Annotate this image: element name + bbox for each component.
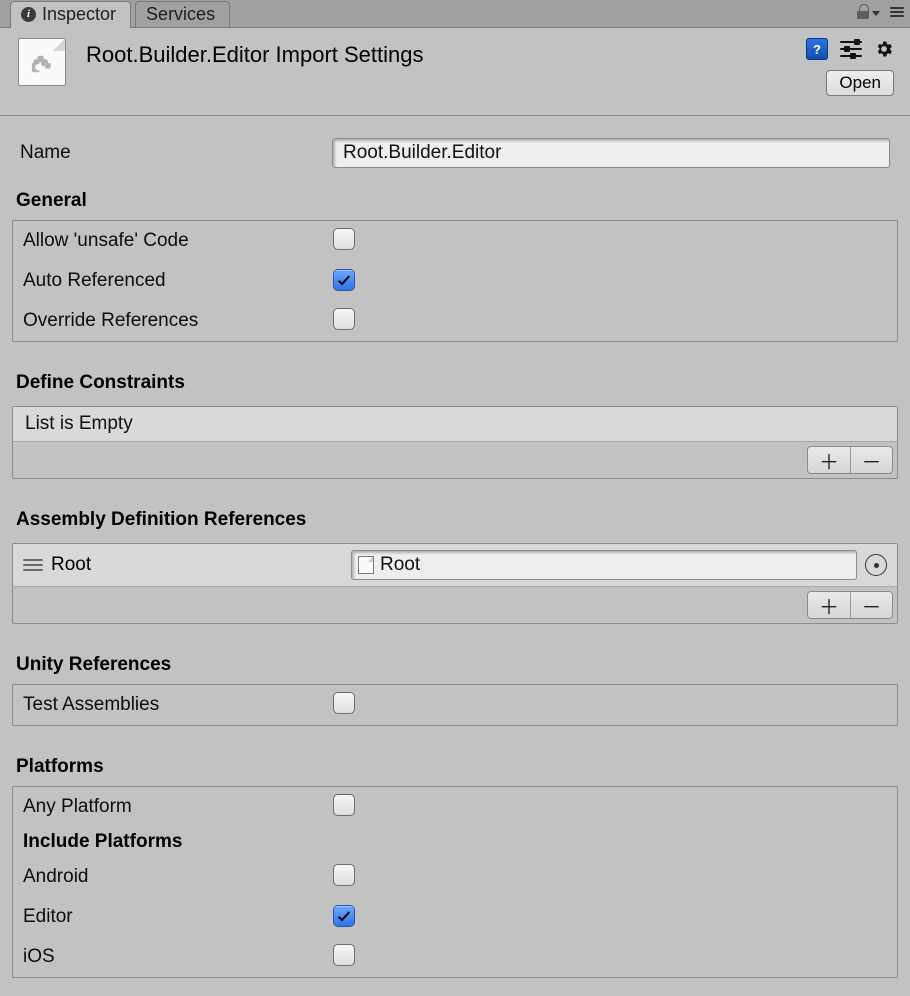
any-platform-label: Any Platform [23, 796, 333, 818]
prop-platform-ios: iOS [13, 937, 897, 977]
section-unity-refs: Test Assemblies [12, 684, 898, 726]
platform-ios-label: iOS [23, 946, 333, 968]
puzzle-piece-icon [29, 53, 55, 75]
context-menu-icon[interactable] [890, 7, 904, 17]
test-assemblies-checkbox[interactable] [333, 692, 355, 714]
section-define-constraints-title: Define Constraints [12, 356, 898, 402]
prop-platform-android: Android [13, 857, 897, 897]
define-constraints-footer: ＋ － [13, 442, 897, 478]
assembly-refs-add-button[interactable]: ＋ [808, 592, 850, 618]
tabbar-tools [856, 4, 904, 20]
info-icon [21, 7, 36, 22]
tab-services[interactable]: Services [135, 1, 230, 27]
lock-icon[interactable] [856, 4, 870, 20]
tab-dropdown-icon[interactable] [872, 11, 880, 16]
prop-auto-referenced: Auto Referenced [13, 261, 897, 301]
tab-inspector[interactable]: Inspector [10, 1, 131, 27]
section-general-title: General [12, 174, 898, 220]
assembly-ref-value: Root [380, 554, 420, 576]
assembly-ref-row: Root Root [13, 544, 897, 587]
assembly-ref-object-field[interactable]: Root [351, 550, 857, 580]
prop-name: Name [12, 120, 898, 174]
platform-editor-label: Editor [23, 906, 333, 928]
tab-services-label: Services [146, 4, 215, 25]
allow-unsafe-checkbox[interactable] [333, 228, 355, 250]
section-assembly-refs-title: Assembly Definition References [12, 493, 898, 539]
any-platform-checkbox[interactable] [333, 794, 355, 816]
name-field[interactable] [332, 138, 890, 168]
prop-test-assemblies: Test Assemblies [13, 685, 897, 725]
auto-referenced-checkbox[interactable] [333, 269, 355, 291]
assembly-refs-footer: ＋ － [13, 587, 897, 623]
define-constraints-add-button[interactable]: ＋ [808, 447, 850, 473]
define-constraints-list: List is Empty ＋ － [12, 406, 898, 479]
header-tools [806, 38, 894, 60]
name-label: Name [20, 142, 332, 164]
platform-android-label: Android [23, 866, 333, 888]
tab-inspector-label: Inspector [42, 4, 116, 25]
platform-ios-checkbox[interactable] [333, 944, 355, 966]
assembly-ref-label: Root [51, 554, 351, 576]
object-picker-icon[interactable] [865, 554, 887, 576]
allow-unsafe-label: Allow 'unsafe' Code [23, 230, 333, 252]
prop-override-references: Override References [13, 301, 897, 341]
assembly-refs-list: Root Root ＋ － [12, 543, 898, 624]
section-general: Allow 'unsafe' Code Auto Referenced Over… [12, 220, 898, 342]
prop-any-platform: Any Platform [13, 787, 897, 827]
presets-icon[interactable] [840, 38, 862, 60]
inspector-header: Root.Builder.Editor Import Settings Open [0, 28, 910, 116]
define-constraints-remove-button[interactable]: － [850, 447, 892, 473]
assembly-refs-remove-button[interactable]: － [850, 592, 892, 618]
help-icon[interactable] [806, 38, 828, 60]
asmdef-file-icon [358, 556, 374, 574]
include-platforms-title: Include Platforms [13, 827, 897, 857]
platform-editor-checkbox[interactable] [333, 905, 355, 927]
prop-allow-unsafe: Allow 'unsafe' Code [13, 221, 897, 261]
test-assemblies-label: Test Assemblies [23, 694, 333, 716]
prop-platform-editor: Editor [13, 897, 897, 937]
page-title: Root.Builder.Editor Import Settings [86, 42, 424, 68]
tab-bar: Inspector Services [0, 0, 910, 28]
gear-icon[interactable] [874, 39, 894, 59]
open-button[interactable]: Open [826, 70, 894, 96]
override-references-label: Override References [23, 310, 333, 332]
auto-referenced-label: Auto Referenced [23, 270, 333, 292]
section-platforms: Any Platform Include Platforms Android E… [12, 786, 898, 978]
drag-handle-icon[interactable] [23, 559, 43, 571]
section-platforms-title: Platforms [12, 740, 898, 786]
inspector-body: Name General Allow 'unsafe' Code Auto Re… [0, 116, 910, 996]
override-references-checkbox[interactable] [333, 308, 355, 330]
section-unity-refs-title: Unity References [12, 638, 898, 684]
define-constraints-empty: List is Empty [13, 407, 897, 442]
asset-type-icon [18, 38, 66, 86]
platform-android-checkbox[interactable] [333, 864, 355, 886]
